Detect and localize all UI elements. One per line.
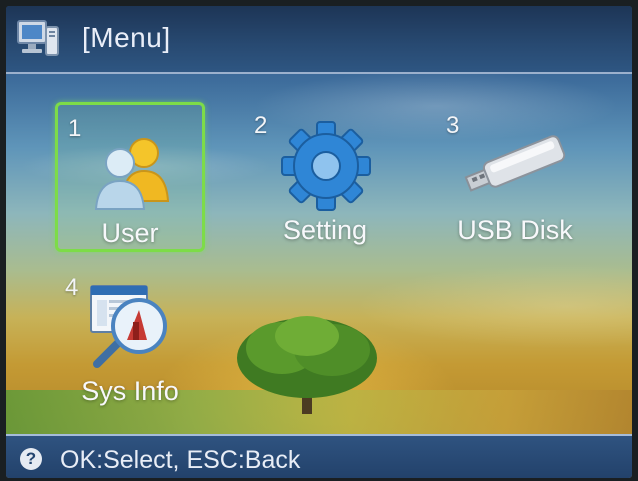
key-hint-text: OK:Select, ESC:Back: [60, 446, 301, 474]
menu-item-number: 3: [446, 112, 460, 139]
status-bar: ? OK:Select, ESC:Back: [6, 434, 632, 478]
help-icon: ?: [20, 448, 42, 470]
menu-item-usb-disk[interactable]: 3 USB Disk: [440, 102, 590, 252]
tree-illustration: [237, 316, 377, 414]
menu-item-sys-info[interactable]: 4 Sys Info: [55, 270, 205, 420]
title-bar: [Menu]: [6, 6, 632, 74]
gear-icon: [281, 121, 371, 211]
page-title: [Menu]: [82, 22, 171, 53]
usb-drive-icon: [464, 135, 566, 192]
menu-item-number: 2: [254, 112, 268, 139]
menu-item-setting[interactable]: 2 Setting: [250, 102, 400, 252]
menu-item-user[interactable]: 1 User: [55, 102, 205, 252]
users-icon: [94, 138, 170, 210]
system-info-magnifier-icon: [90, 285, 167, 368]
menu-item-label: USB Disk: [457, 215, 573, 245]
menu-item-number: 1: [68, 115, 82, 142]
menu-item-label: Sys Info: [81, 376, 179, 406]
device-screen: [Menu] 1 User 2 Setting 3 USB Disk 4 Sys…: [6, 6, 632, 478]
menu-item-label: Setting: [282, 215, 368, 245]
menu-item-label: User: [101, 218, 159, 248]
menu-item-number: 4: [65, 274, 79, 301]
computer-monitor-icon: [17, 20, 59, 56]
